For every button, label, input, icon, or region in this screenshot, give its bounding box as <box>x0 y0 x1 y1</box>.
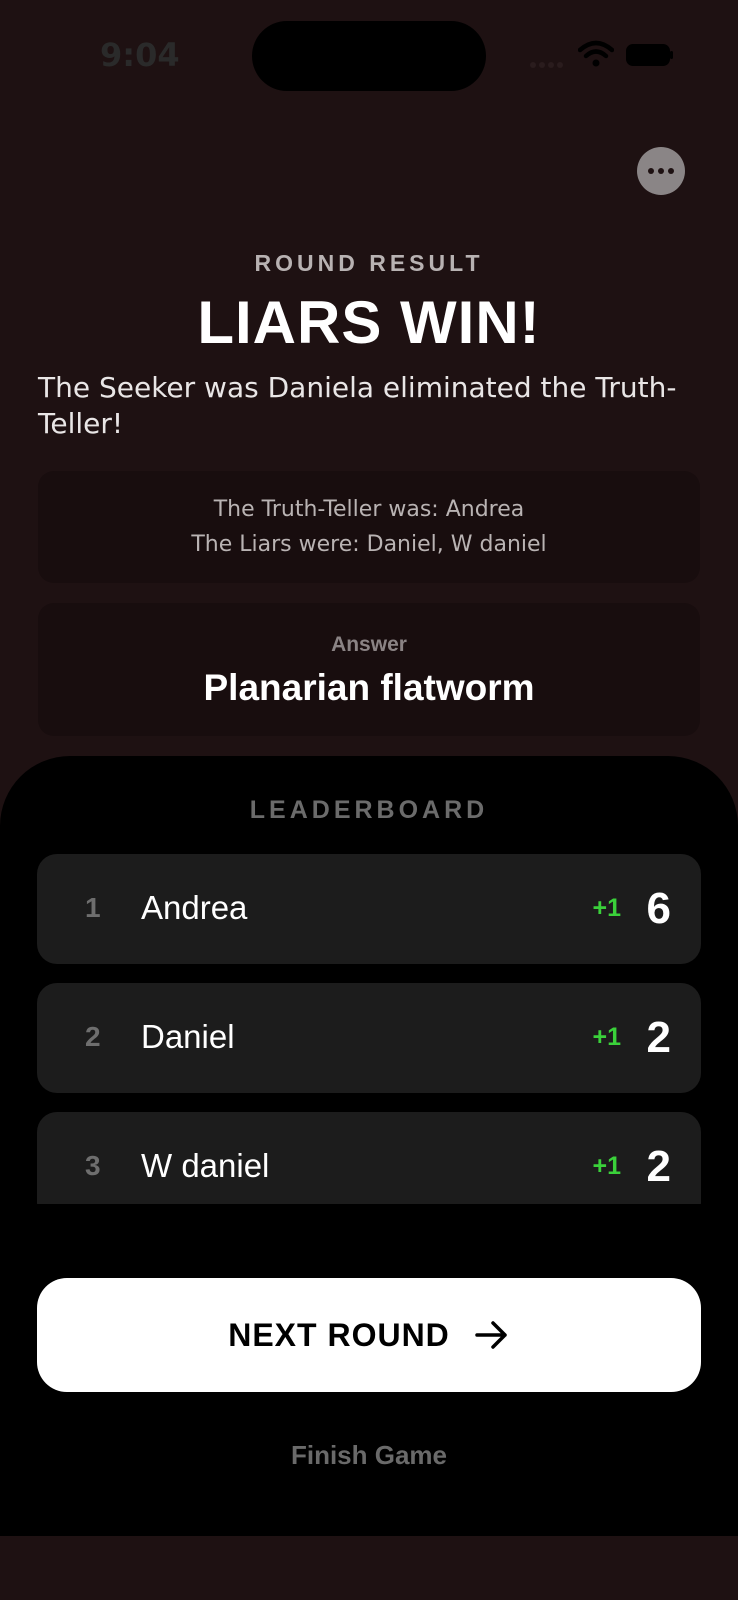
player-rank: 2 <box>85 1021 101 1052</box>
leaderboard-title: LEADERBOARD <box>249 796 489 824</box>
score-delta: +1 <box>592 1023 621 1051</box>
leaderboard-sheet: LEADERBOARD 1 Andrea +1 6 2 Daniel +1 2 … <box>0 756 738 1536</box>
round-result-label: ROUND RESULT <box>254 250 484 276</box>
leaderboard-list[interactable]: 1 Andrea +1 6 2 Daniel +1 2 3 W daniel +… <box>37 854 701 1204</box>
more-options-button[interactable] <box>637 147 685 195</box>
next-round-button[interactable]: NEXT ROUND <box>37 1278 701 1392</box>
answer-card: Answer Planarian flatworm <box>38 603 700 736</box>
answer-label: Answer <box>331 633 407 656</box>
liars-text: The Liars were: Daniel, W daniel <box>191 532 547 557</box>
player-name: Andrea <box>141 889 248 926</box>
result-headline: LIARS WIN! <box>197 289 541 356</box>
status-bar: 9:04 <box>0 0 738 110</box>
roles-card: The Truth-Teller was: Andrea The Liars w… <box>38 471 700 583</box>
player-score: 2 <box>646 1013 671 1062</box>
score-delta: +1 <box>592 1152 621 1180</box>
player-name: W daniel <box>141 1147 270 1184</box>
wifi-icon <box>578 40 614 67</box>
leaderboard-row: 2 Daniel +1 2 <box>37 983 701 1093</box>
player-score: 2 <box>646 1142 671 1191</box>
ellipsis-icon <box>648 168 654 174</box>
leaderboard-row: 1 Andrea +1 6 <box>37 854 701 964</box>
result-summary: The Seeker was Daniela eliminated the Tr… <box>38 371 677 440</box>
finish-game-button[interactable]: Finish Game <box>0 1440 738 1471</box>
player-name: Daniel <box>141 1018 235 1055</box>
arrow-right-icon <box>475 1321 507 1349</box>
next-round-label: NEXT ROUND <box>228 1316 450 1353</box>
player-score: 6 <box>646 884 671 933</box>
score-delta: +1 <box>592 894 621 922</box>
dynamic-island <box>252 21 486 91</box>
truth-teller-text: The Truth-Teller was: Andrea <box>213 497 525 522</box>
status-time: 9:04 <box>100 36 180 74</box>
player-rank: 1 <box>85 892 101 923</box>
player-rank: 3 <box>85 1150 101 1181</box>
cellular-signal-icon <box>530 55 570 68</box>
leaderboard-row: 3 W daniel +1 2 <box>37 1112 701 1204</box>
battery-icon <box>626 44 673 66</box>
answer-value: Planarian flatworm <box>203 667 535 708</box>
